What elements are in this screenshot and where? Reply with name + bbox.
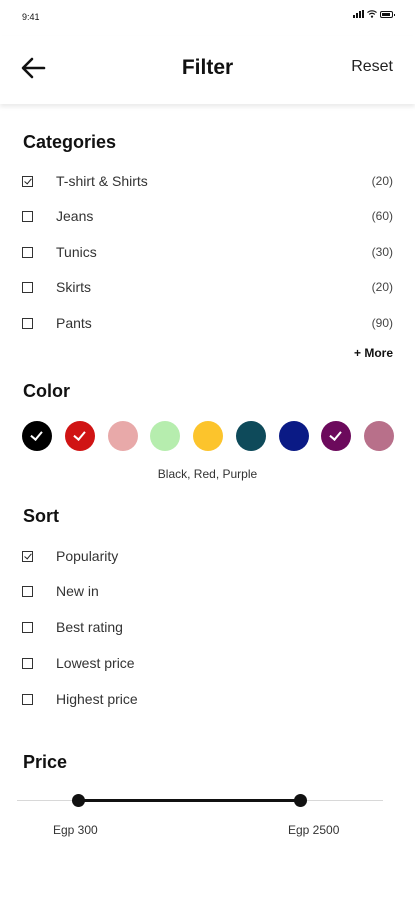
- checkbox[interactable]: [22, 317, 33, 329]
- sort-label: Highest price: [56, 691, 138, 707]
- checkbox[interactable]: [22, 281, 33, 293]
- sort-option[interactable]: Highest price: [22, 685, 393, 713]
- category-count: (30): [371, 245, 393, 259]
- checkbox[interactable]: [22, 693, 33, 705]
- color-swatch[interactable]: [22, 421, 52, 451]
- sort-option[interactable]: Best rating: [22, 613, 393, 641]
- price-max-label: Egp 2500: [288, 823, 340, 837]
- checkbox[interactable]: [22, 585, 33, 597]
- sort-label: New in: [56, 583, 99, 599]
- status-icons: [353, 10, 395, 18]
- price-range-slider[interactable]: [17, 794, 383, 807]
- categories-title: Categories: [23, 132, 117, 152]
- category-item[interactable]: Tunics (30): [22, 238, 393, 266]
- color-swatch[interactable]: [321, 421, 352, 451]
- category-label: Jeans: [56, 208, 94, 224]
- sort-option[interactable]: Lowest price: [22, 649, 393, 677]
- checkbox[interactable]: [22, 175, 33, 187]
- battery-icon: [380, 10, 395, 18]
- price-min-label: Egp 300: [53, 823, 98, 837]
- more-categories-link[interactable]: + More: [354, 346, 393, 360]
- category-label: Pants: [56, 315, 92, 331]
- price-min-handle[interactable]: [72, 794, 86, 807]
- status-time: 9:41: [22, 12, 40, 22]
- status-bar: 9:41: [0, 0, 415, 36]
- color-swatch[interactable]: [64, 421, 95, 451]
- sort-label: Popularity: [56, 548, 119, 564]
- price-max-handle[interactable]: [293, 794, 307, 807]
- sort-option[interactable]: New in: [22, 577, 393, 605]
- category-item[interactable]: T-shirt & Shirts (20): [22, 167, 393, 195]
- color-swatches: [22, 421, 394, 451]
- color-swatch[interactable]: [364, 421, 394, 451]
- category-count: (20): [371, 280, 393, 294]
- sort-option[interactable]: Popularity: [22, 542, 393, 570]
- category-label: Skirts: [56, 279, 91, 295]
- checkbox[interactable]: [22, 621, 33, 633]
- color-swatch[interactable]: [278, 421, 309, 451]
- category-item[interactable]: Skirts (20): [22, 273, 393, 301]
- category-count: (60): [371, 209, 393, 223]
- price-title: Price: [23, 752, 68, 772]
- color-swatch[interactable]: [150, 421, 181, 451]
- checkbox[interactable]: [22, 657, 33, 669]
- category-count: (20): [371, 174, 393, 188]
- category-label: Tunics: [56, 244, 97, 260]
- category-count: (90): [371, 316, 393, 330]
- sort-label: Best rating: [56, 619, 123, 635]
- reset-button[interactable]: Reset: [351, 58, 393, 76]
- color-swatch[interactable]: [107, 421, 138, 451]
- wifi-icon: [367, 10, 377, 18]
- checkbox[interactable]: [22, 210, 33, 222]
- checkbox[interactable]: [22, 246, 33, 258]
- color-swatch[interactable]: [193, 421, 223, 451]
- sort-label: Lowest price: [56, 655, 135, 671]
- color-title: Color: [23, 381, 70, 401]
- signal-icon: [353, 10, 364, 18]
- color-swatch[interactable]: [235, 421, 266, 451]
- price-range-fill: [78, 799, 300, 802]
- selected-colors-text: Black, Red, Purple: [157, 467, 258, 481]
- header: Filter Reset: [0, 36, 415, 104]
- checkbox[interactable]: [22, 550, 33, 562]
- sort-title: Sort: [23, 506, 59, 526]
- category-item[interactable]: Jeans (60): [22, 202, 393, 230]
- category-item[interactable]: Pants (90): [22, 309, 393, 337]
- category-label: T-shirt & Shirts: [56, 173, 148, 189]
